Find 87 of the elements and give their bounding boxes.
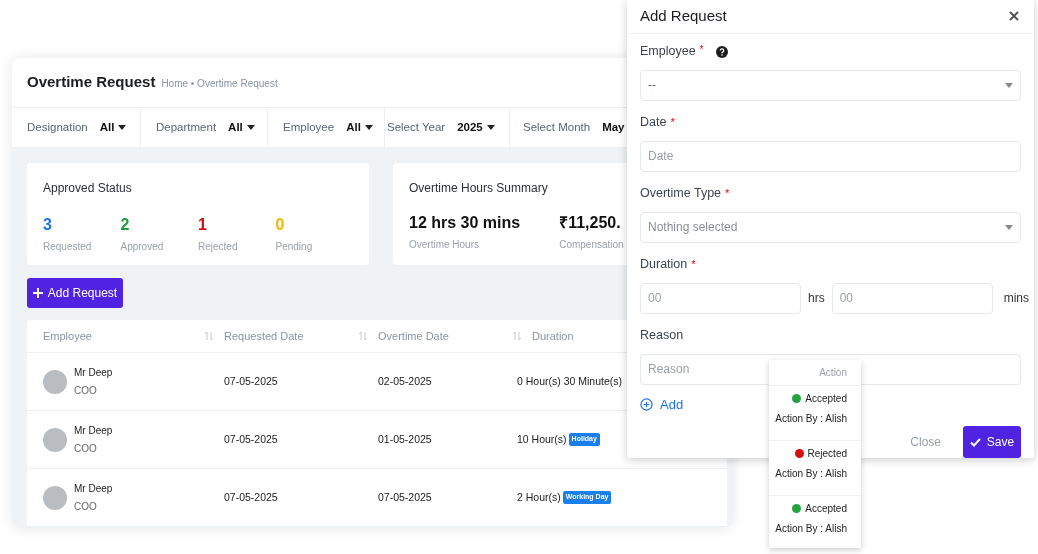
caret-icon (1005, 224, 1013, 230)
employee-role: COO (74, 500, 98, 514)
field-label: Overtime Type (640, 185, 722, 203)
modal-title: Add Request (640, 6, 727, 26)
column-header[interactable]: Employee (43, 327, 92, 345)
column-header[interactable]: Overtime Date (378, 327, 449, 345)
employee-name: Mr Deep (74, 482, 113, 496)
stat-value: 1 (198, 215, 207, 235)
employee-role: COO (74, 442, 98, 456)
filter-label: Employee (283, 119, 335, 135)
filter-dropdown[interactable]: May (602, 118, 625, 137)
filter-label: Select Month (523, 119, 591, 135)
filter-label: Select Year (387, 119, 446, 135)
caret-icon (246, 125, 255, 130)
duration-text: 10 Hour(s) (517, 431, 567, 447)
stat-label: Requested (43, 240, 92, 254)
employee-role: COO (74, 384, 98, 398)
stat-label: Approved (120, 240, 164, 254)
minutes-unit: mins (1003, 290, 1029, 307)
page-title: Overtime Request (27, 72, 156, 93)
select-field[interactable]: -- (640, 69, 1021, 101)
duration-text: 2 Hour(s) (517, 489, 561, 505)
avatar (43, 369, 67, 394)
required-mark: * (670, 115, 675, 131)
status-text: Rejected (807, 447, 847, 461)
card-title: Approved Status (43, 180, 132, 197)
stat-label: Pending (275, 240, 313, 254)
select-field[interactable]: Nothing selected (640, 211, 1021, 243)
input-field[interactable]: Date (640, 140, 1021, 172)
plus-circle-icon (640, 397, 653, 411)
action-by: Action By : Alish (775, 522, 847, 536)
caret-icon (364, 125, 373, 130)
summary-value: 12 hrs 30 mins (409, 213, 521, 233)
check-icon (969, 437, 981, 447)
caret-icon (486, 125, 495, 130)
caret-icon (1005, 82, 1013, 88)
requested-date: 07-05-2025 (224, 373, 279, 389)
field-label: Reason (640, 327, 684, 345)
duration-text: 0 Hour(s) 30 Minute(s) (517, 373, 623, 389)
summary-value: ₹11,250. (559, 213, 621, 233)
status-text: Accepted (805, 502, 847, 516)
save-button[interactable]: Save (963, 426, 1021, 458)
card-title: Overtime Hours Summary (409, 180, 548, 197)
stat-label: Rejected (198, 240, 238, 254)
column-header[interactable]: Requested Date (224, 327, 304, 345)
employee-name: Mr Deep (74, 424, 113, 438)
filter-dropdown[interactable]: 2025 (457, 118, 495, 137)
avatar (43, 427, 67, 452)
stat-value: 0 (275, 215, 285, 235)
add-request-button[interactable]: Add Request (27, 278, 123, 308)
overtime-date: 07-05-2025 (378, 489, 433, 505)
hours-field[interactable]: 00 (640, 282, 801, 314)
breadcrumb: Home • Overtime Request (161, 76, 278, 91)
action-by: Action By : Alish (775, 412, 847, 426)
sort-icon[interactable] (512, 331, 522, 341)
employee-name: Mr Deep (74, 366, 113, 380)
requested-date: 07-05-2025 (224, 431, 279, 447)
overtime-date: 02-05-2025 (378, 373, 433, 389)
add-link[interactable]: Add (640, 394, 684, 414)
action-header: Action (819, 366, 847, 380)
summary-label: Overtime Hours (409, 238, 479, 252)
column-header[interactable]: Duration (532, 327, 574, 345)
filter-label: Department (156, 119, 217, 135)
required-mark: * (699, 42, 704, 57)
field-label: Date (640, 114, 667, 132)
required-mark: * (691, 257, 696, 273)
stat-value: 3 (43, 215, 52, 235)
sort-icon[interactable] (358, 331, 368, 341)
hours-unit: hrs (808, 290, 825, 307)
filter-dropdown[interactable]: All (99, 118, 127, 137)
summary-label: Compensation (559, 238, 624, 252)
required-mark: * (725, 186, 730, 202)
avatar (43, 485, 67, 510)
sort-icon[interactable] (204, 331, 214, 341)
minutes-field[interactable]: 00 (831, 282, 993, 314)
caret-icon (118, 125, 127, 130)
stat-value: 2 (120, 215, 130, 235)
action-by: Action By : Alish (775, 467, 847, 481)
plus-icon (32, 288, 43, 298)
overtime-date: 01-05-2025 (378, 431, 433, 447)
requested-date: 07-05-2025 (224, 489, 279, 505)
filter-label: Designation (27, 119, 88, 135)
field-label: Employee (640, 43, 696, 61)
filter-dropdown[interactable]: All (346, 118, 373, 137)
filter-dropdown[interactable]: All (228, 118, 255, 137)
field-label: Duration (640, 256, 688, 274)
status-text: Accepted (805, 392, 847, 406)
